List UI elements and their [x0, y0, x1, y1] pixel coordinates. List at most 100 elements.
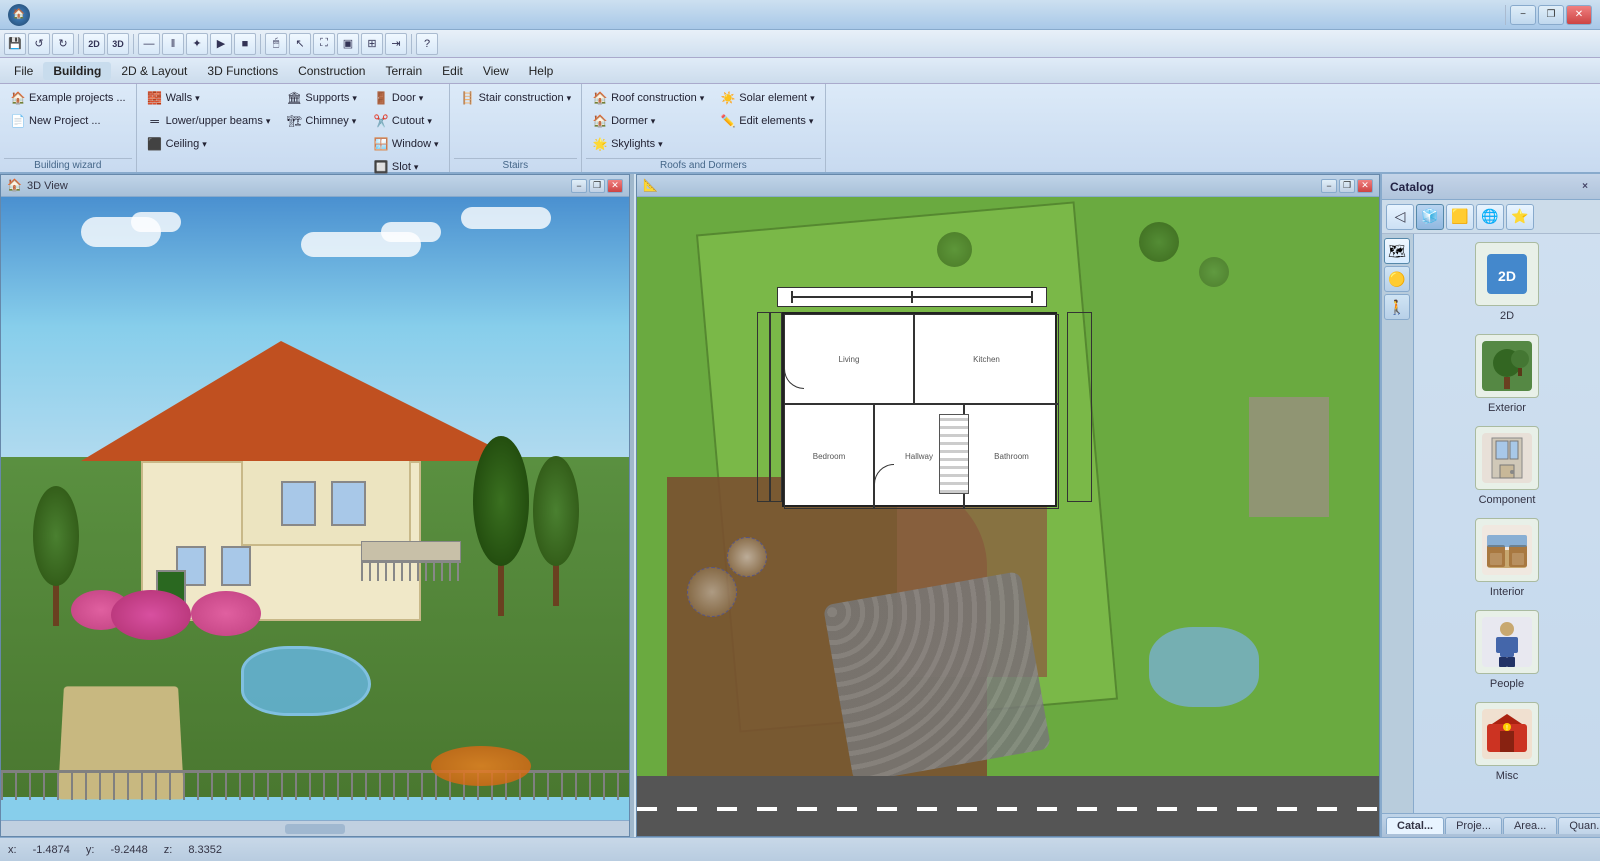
catalog-item-interior-label: Interior [1490, 586, 1524, 598]
catalog-tab-person[interactable]: 🚶 [1384, 294, 1410, 320]
catalog-item-misc[interactable]: ! Misc [1422, 702, 1592, 782]
menu-3d-functions[interactable]: 3D Functions [197, 62, 288, 80]
bush-2 [111, 590, 191, 640]
catalog-objects-btn[interactable]: 🧊 [1416, 204, 1444, 230]
viewport-2d-controls: − ❐ ✕ [1321, 179, 1373, 193]
help-button[interactable]: ? [416, 33, 438, 55]
viewport-2d[interactable]: 📐 − ❐ ✕ [636, 174, 1380, 837]
tab-project[interactable]: Proje... [1445, 817, 1502, 834]
3d-button[interactable]: 3D [107, 33, 129, 55]
viewport-3d-close[interactable]: ✕ [607, 179, 623, 193]
catalog-item-interior[interactable]: Interior [1422, 518, 1592, 598]
catalog-yellow-btn[interactable]: 🟨 [1446, 204, 1474, 230]
3d-scene [1, 197, 629, 816]
status-z-value: 8.3352 [188, 844, 222, 856]
save-button[interactable]: 💾 [4, 33, 26, 55]
cursor-tool[interactable]: 🖱 [265, 33, 287, 55]
menu-edit[interactable]: Edit [432, 62, 473, 80]
catalog-globe-btn[interactable]: 🌐 [1476, 204, 1504, 230]
viewport-splitter[interactable] [630, 174, 634, 837]
cutout-button[interactable]: ✂️ Cutout ▾ [367, 110, 445, 132]
window-icon: 🪟 [373, 136, 389, 152]
layout-tool[interactable]: ⊞ [361, 33, 383, 55]
scrollbar-thumb[interactable] [285, 824, 345, 834]
viewport-3d-header: 🏠 3D View − ❐ ✕ [1, 175, 629, 197]
parallel-tool[interactable]: ‖ [162, 33, 184, 55]
stair-icon: 🪜 [460, 90, 476, 106]
menu-2d-layout[interactable]: 2D & Layout [111, 62, 197, 80]
minimize-button[interactable]: − [1510, 5, 1536, 25]
menu-view[interactable]: View [473, 62, 519, 80]
new-project-button[interactable]: 📄 New Project ... [4, 110, 132, 132]
slot-icon: 🔲 [373, 159, 389, 175]
catalog-back-btn[interactable]: ◁ [1386, 204, 1414, 230]
catalog-title: Catalog [1390, 180, 1434, 194]
tab-tool[interactable]: ⇥ [385, 33, 407, 55]
redo-button[interactable]: ↻ [52, 33, 74, 55]
viewport-3d-minimize[interactable]: − [571, 179, 587, 193]
menu-help[interactable]: Help [519, 62, 564, 80]
plant-symbol-2 [687, 567, 737, 617]
example-projects-button[interactable]: 🏠 Example projects ... [4, 87, 132, 109]
tab-area[interactable]: Area... [1503, 817, 1557, 834]
dormer-button[interactable]: 🏠 Dormer ▾ [586, 110, 710, 132]
catalog-favorite-btn[interactable]: ⭐ [1506, 204, 1534, 230]
viewport-2d-close[interactable]: ✕ [1357, 179, 1373, 193]
walls-button[interactable]: 🧱 Walls ▾ [141, 87, 277, 109]
select-tool[interactable]: ⛶ [313, 33, 335, 55]
window-button[interactable]: 🪟 Window ▾ [367, 133, 445, 155]
skylights-button[interactable]: 🌟 Skylights ▾ [586, 133, 710, 155]
viewport-3d[interactable]: 🏠 3D View − ❐ ✕ [0, 174, 630, 837]
viewport-3d-scrollbar[interactable] [1, 820, 629, 836]
stair-symbol [939, 414, 969, 494]
viewport-2d-restore[interactable]: ❐ [1339, 179, 1355, 193]
tree-plan-2 [1199, 257, 1229, 287]
catalog-close-btn[interactable]: × [1578, 180, 1592, 194]
solar-element-button[interactable]: ☀️ Solar element ▾ [714, 87, 820, 109]
catalog-item-people-image [1475, 610, 1539, 674]
catalog-item-2d[interactable]: 2D 2D [1422, 242, 1592, 322]
chimney-button[interactable]: 🏗 Chimney ▾ [280, 110, 363, 132]
catalog-item-exterior[interactable]: Exterior [1422, 334, 1592, 414]
catalog-item-component[interactable]: Component [1422, 426, 1592, 506]
ribbon-group-roofs: 🏠 Roof construction ▾ 🏠 Dormer ▾ 🌟 Skyli… [582, 84, 826, 172]
tab-quantity[interactable]: Quan... [1558, 817, 1600, 834]
restore-button[interactable]: ❐ [1538, 5, 1564, 25]
grid-tool[interactable]: ▣ [337, 33, 359, 55]
line-tool[interactable]: — [138, 33, 160, 55]
play-button[interactable]: ▶ [210, 33, 232, 55]
edit-elements-button[interactable]: ✏️ Edit elements ▾ [714, 110, 820, 132]
roofs-group-label: Roofs and Dormers [586, 158, 821, 172]
catalog-item-exterior-image [1475, 334, 1539, 398]
menu-construction[interactable]: Construction [288, 62, 375, 80]
close-button[interactable]: ✕ [1566, 5, 1592, 25]
catalog-tab-yellow[interactable]: 🟡 [1384, 266, 1410, 292]
stair-construction-button[interactable]: 🪜 Stair construction ▾ [454, 87, 578, 109]
viewport-3d-restore[interactable]: ❐ [589, 179, 605, 193]
menu-building[interactable]: Building [43, 62, 111, 80]
catalog-content: 🗺 🟡 🚶 2D 2D [1382, 234, 1600, 813]
beams-icon: ═ [147, 113, 163, 129]
2d-button[interactable]: 2D [83, 33, 105, 55]
snap-tool[interactable]: ✦ [186, 33, 208, 55]
ceiling-button[interactable]: ⬛ Ceiling ▾ [141, 133, 277, 155]
catalog-tab-2d[interactable]: 🗺 [1384, 238, 1410, 264]
home-icon: 🏠 [10, 90, 26, 106]
cloud-5 [461, 207, 551, 229]
lower-upper-beams-button[interactable]: ═ Lower/upper beams ▾ [141, 110, 277, 132]
tab-catalog[interactable]: Catal... [1386, 817, 1444, 834]
menu-terrain[interactable]: Terrain [375, 62, 432, 80]
road [637, 776, 1379, 836]
supports-button[interactable]: 🏛 Supports ▾ [280, 87, 363, 109]
stairs-buttons: 🪜 Stair construction ▾ [454, 87, 578, 109]
door-button[interactable]: 🚪 Door ▾ [367, 87, 445, 109]
viewport-2d-minimize[interactable]: − [1321, 179, 1337, 193]
menu-file[interactable]: File [4, 62, 43, 80]
roof-construction-button[interactable]: 🏠 Roof construction ▾ [586, 87, 710, 109]
roofs-buttons: 🏠 Roof construction ▾ 🏠 Dormer ▾ 🌟 Skyli… [586, 87, 821, 155]
catalog-item-people[interactable]: People [1422, 610, 1592, 690]
arrow-tool[interactable]: ↖ [289, 33, 311, 55]
undo-button[interactable]: ↺ [28, 33, 50, 55]
stop-button[interactable]: ■ [234, 33, 256, 55]
app-logo: 🏠 [8, 4, 30, 26]
